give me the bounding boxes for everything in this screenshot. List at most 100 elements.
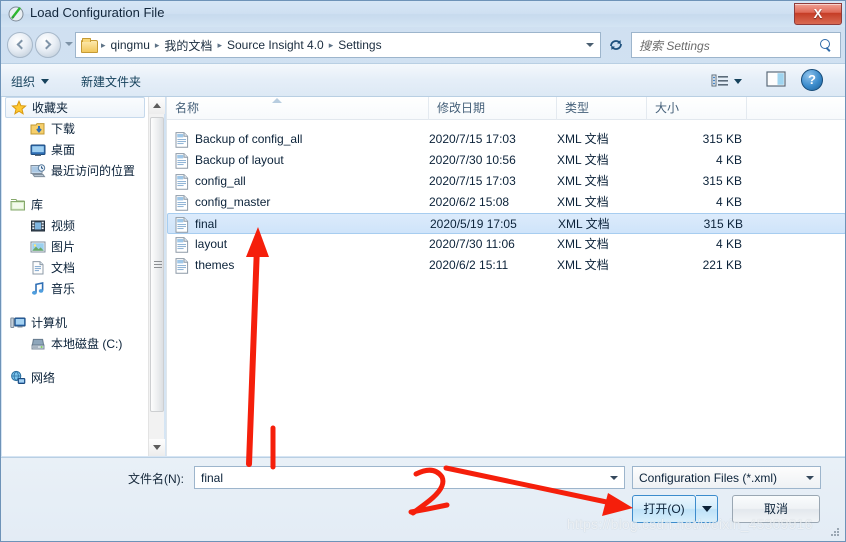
chevron-down-icon <box>734 78 742 84</box>
breadcrumb-item-3[interactable]: Settings <box>335 38 384 52</box>
forward-arrow-icon[interactable] <box>35 32 61 58</box>
close-button[interactable]: X <box>794 3 842 25</box>
command-bar: 组织 新建文件夹 ? <box>1 63 845 97</box>
file-name-text: config_all <box>195 174 246 188</box>
library-icon <box>10 197 26 213</box>
table-row[interactable]: Backup of config_all 2020/7/15 17:03 XML… <box>167 129 845 150</box>
filename-input[interactable]: final <box>194 466 625 489</box>
file-name-text: config_master <box>195 195 271 209</box>
sidebar-item-label: 图片 <box>51 240 76 254</box>
file-name-cell: themes <box>175 255 234 276</box>
refresh-icon[interactable] <box>604 32 628 58</box>
breadcrumb-separator: ▸ <box>328 39 334 50</box>
file-size-cell: 4 KB <box>715 153 742 167</box>
address-bar[interactable]: ▸ qingmu ▸ 我的文档 ▸ Source Insight 4.0 ▸ S… <box>75 32 601 58</box>
xml-document-icon <box>175 257 189 274</box>
scrollbar-grip-icon <box>154 260 162 269</box>
sidebar-item-label: 库 <box>31 198 44 212</box>
views-button[interactable] <box>711 69 753 93</box>
table-row[interactable]: final 2020/5/19 17:05 XML 文档 315 KB <box>167 213 845 235</box>
new-folder-button[interactable]: 新建文件夹 <box>81 71 141 91</box>
sidebar-item-本地磁盘 (C:)[interactable]: 本地磁盘 (C:) <box>2 333 148 354</box>
cancel-button[interactable]: 取消 <box>732 495 820 523</box>
window-title: Load Configuration File <box>30 5 165 20</box>
sidebar-item-文档[interactable]: 文档 <box>2 257 148 278</box>
xml-document-icon <box>175 152 189 169</box>
file-size-cell: 315 KB <box>702 132 742 146</box>
filename-value: final <box>201 470 224 485</box>
file-date-cell: 2020/6/2 15:11 <box>429 258 509 272</box>
pictures-icon <box>30 239 46 255</box>
chevron-down-icon <box>701 506 712 512</box>
music-icon <box>30 281 46 297</box>
computer-icon <box>10 315 26 331</box>
file-type-dropdown[interactable]: Configuration Files (*.xml) <box>632 466 821 489</box>
table-row[interactable]: themes 2020/6/2 15:11 XML 文档 221 KB <box>167 255 845 276</box>
scroll-up-icon[interactable] <box>149 97 165 114</box>
back-arrow-icon[interactable] <box>7 32 33 58</box>
chevron-down-icon <box>806 475 814 480</box>
app-pen-icon <box>8 5 25 22</box>
file-name-text: Backup of config_all <box>195 132 303 146</box>
sidebar-item-最近访问的位置[interactable]: 最近访问的位置 <box>2 160 148 181</box>
sidebar-item-视频[interactable]: 视频 <box>2 215 148 236</box>
sidebar-group-计算机[interactable]: 计算机 <box>2 312 148 333</box>
file-date-cell: 2020/7/15 17:03 <box>429 132 516 146</box>
file-name-text: layout <box>195 237 228 251</box>
sidebar-item-label: 文档 <box>51 261 76 275</box>
file-date-cell: 2020/6/2 15:08 <box>429 195 510 209</box>
open-split-button[interactable] <box>696 495 718 523</box>
chevron-down-icon[interactable] <box>610 475 618 480</box>
column-header-date[interactable]: 修改日期 <box>429 97 557 120</box>
chevron-down-icon[interactable] <box>586 43 594 47</box>
preview-pane-icon[interactable] <box>765 69 789 93</box>
history-dropdown-icon[interactable] <box>65 42 73 46</box>
breadcrumb-item-1[interactable]: 我的文档 <box>161 37 215 54</box>
sidebar-group-库[interactable]: 库 <box>2 194 148 215</box>
videos-icon <box>30 218 46 234</box>
organize-button[interactable]: 组织 <box>11 71 50 91</box>
sidebar-group-网络[interactable]: 网络 <box>2 367 148 388</box>
table-row[interactable]: config_all 2020/7/15 17:03 XML 文档 315 KB <box>167 171 845 192</box>
file-name-text: Backup of layout <box>195 153 284 167</box>
sidebar-scrollbar[interactable] <box>148 97 165 456</box>
file-date-cell: 2020/5/19 17:05 <box>430 217 517 231</box>
column-header-name[interactable]: 名称 <box>167 97 429 120</box>
sidebar-item-label: 网络 <box>31 371 56 385</box>
file-name-cell: final <box>175 214 217 235</box>
file-name-cell: config_all <box>175 171 246 192</box>
xml-document-icon <box>175 194 189 211</box>
breadcrumb-item-2[interactable]: Source Insight 4.0 <box>224 38 327 52</box>
sidebar-item-label: 音乐 <box>51 282 76 296</box>
help-icon[interactable]: ? <box>801 69 823 91</box>
search-input[interactable]: 搜索 Settings <box>631 32 841 58</box>
table-row[interactable]: Backup of layout 2020/7/30 10:56 XML 文档 … <box>167 150 845 171</box>
breadcrumb-item-0[interactable]: qingmu <box>108 38 153 52</box>
network-icon <box>10 370 26 386</box>
filename-label: 文件名(N): <box>128 472 184 486</box>
sidebar-item-图片[interactable]: 图片 <box>2 236 148 257</box>
sidebar-item-音乐[interactable]: 音乐 <box>2 278 148 299</box>
file-type-cell: XML 文档 <box>558 217 610 231</box>
table-row[interactable]: config_master 2020/6/2 15:08 XML 文档 4 KB <box>167 192 845 213</box>
sidebar-item-label: 最近访问的位置 <box>51 164 136 178</box>
file-size-cell: 4 KB <box>715 237 742 251</box>
sidebar-item-桌面[interactable]: 桌面 <box>2 139 148 160</box>
star-icon <box>11 99 27 116</box>
file-list-view[interactable]: 名称 修改日期 类型 大小 Backup of config_all 2020/… <box>166 97 845 456</box>
breadcrumb-separator: ▸ <box>217 39 222 50</box>
column-header-size[interactable]: 大小 <box>647 97 747 120</box>
file-type-cell: XML 文档 <box>557 258 609 272</box>
column-header-row: 名称 修改日期 类型 大小 <box>167 97 845 120</box>
column-header-type[interactable]: 类型 <box>557 97 647 120</box>
sidebar-group-收藏夹[interactable]: 收藏夹 <box>5 97 145 118</box>
scrollbar-thumb[interactable] <box>150 117 164 412</box>
sidebar-item-下载[interactable]: 下载 <box>2 118 148 139</box>
search-icon[interactable] <box>820 38 833 52</box>
resize-grip-icon[interactable] <box>829 526 841 538</box>
scroll-down-icon[interactable] <box>149 439 165 456</box>
open-button[interactable]: 打开(O) <box>632 495 696 523</box>
table-row[interactable]: layout 2020/7/30 11:06 XML 文档 4 KB <box>167 234 845 255</box>
